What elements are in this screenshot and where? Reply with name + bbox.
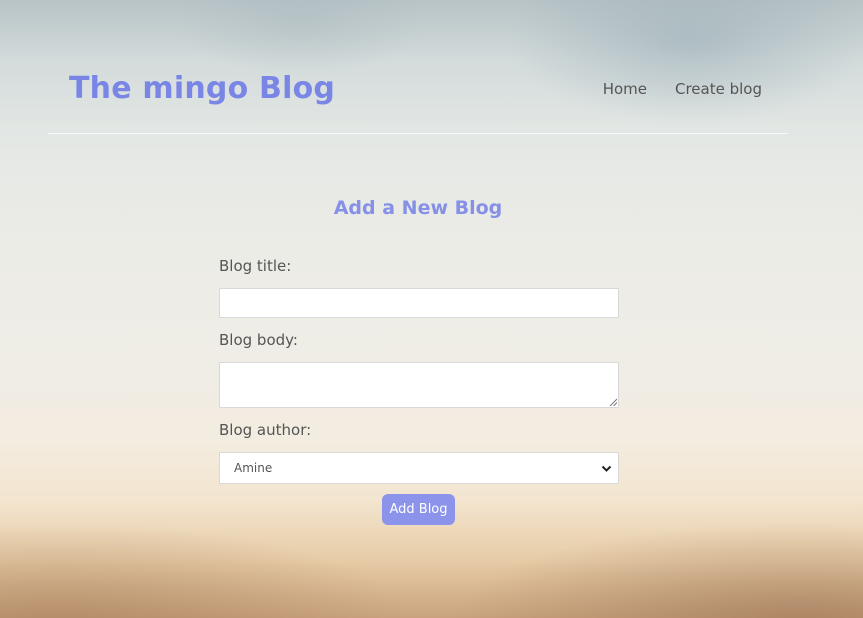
blog-author-label: Blog author: — [219, 421, 312, 439]
blog-title-input[interactable] — [219, 288, 619, 318]
resize-grip-icon[interactable] — [609, 398, 617, 406]
add-blog-button[interactable]: Add Blog — [382, 494, 455, 525]
chevron-down-icon — [601, 465, 612, 472]
site-logo[interactable]: The mingo Blog — [69, 71, 335, 106]
blog-body-label: Blog body: — [219, 331, 298, 349]
nav-link-home[interactable]: Home — [603, 80, 647, 98]
blog-body-textarea[interactable] — [219, 362, 619, 408]
form-title: Add a New Blog — [333, 197, 503, 219]
main-nav: Home Create blog — [603, 80, 762, 98]
blog-author-selected-value: Amine — [234, 461, 273, 475]
blog-author-select[interactable]: Amine — [219, 452, 619, 484]
nav-link-create-blog[interactable]: Create blog — [675, 80, 762, 98]
blog-title-label: Blog title: — [219, 257, 292, 275]
site-header: The mingo Blog Home Create blog — [48, 0, 788, 134]
